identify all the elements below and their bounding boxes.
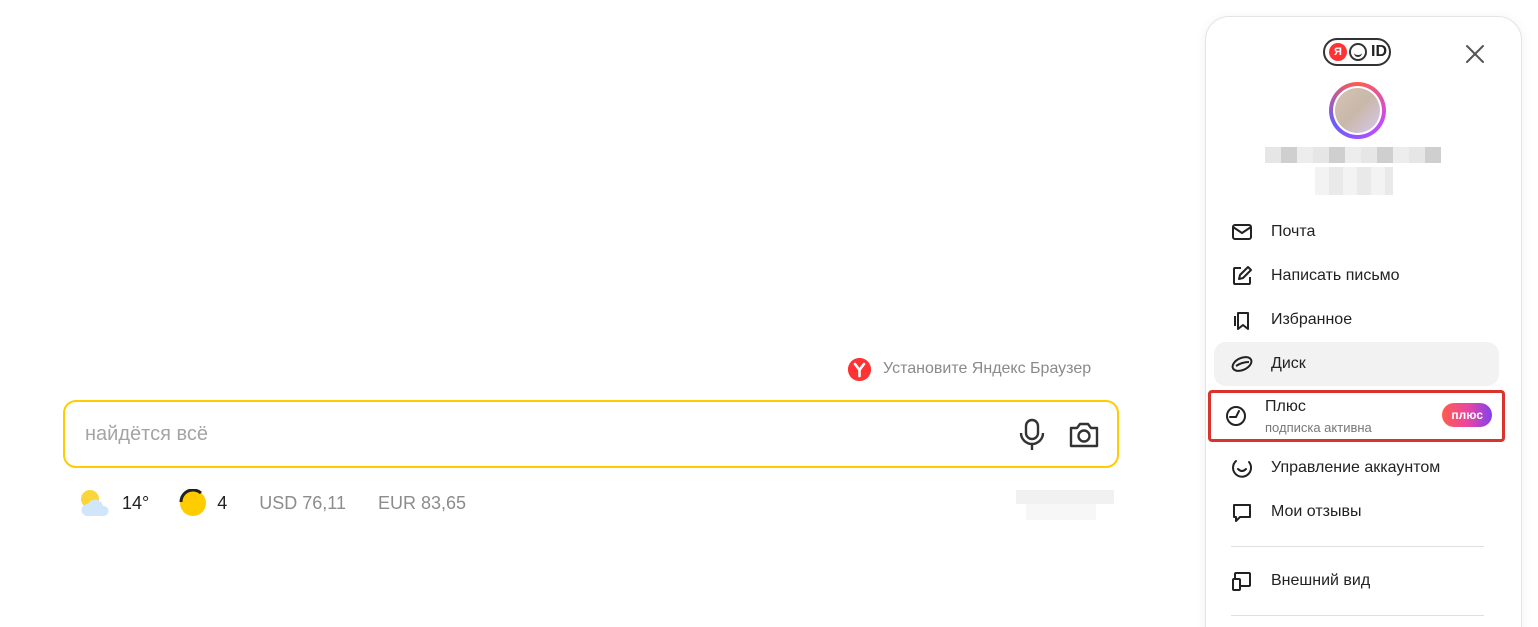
smile-icon	[1349, 43, 1367, 61]
menu-item-plus[interactable]: Плюс подписка активна плюс	[1208, 390, 1505, 442]
informers-bar: 14° 4 USD 76,11 EUR 83,65	[78, 486, 466, 520]
plus-icon	[1225, 405, 1247, 427]
id-logo-text: ID	[1371, 43, 1387, 60]
menu-item-reviews[interactable]: Мои отзывы	[1214, 490, 1499, 534]
menu-item-label: Избранное	[1271, 311, 1353, 328]
menu-item-appearance[interactable]: Внешний вид	[1214, 559, 1499, 603]
usd-rate[interactable]: USD 76,11	[259, 493, 346, 514]
menu-item-account-management[interactable]: Управление аккаунтом	[1214, 446, 1499, 490]
account-icon	[1231, 457, 1253, 479]
blurred-informer	[1016, 490, 1114, 520]
weather-informer[interactable]: 14°	[78, 488, 149, 518]
plus-badge: плюс	[1442, 403, 1492, 427]
menu-item-mail[interactable]: Почта	[1214, 210, 1499, 254]
yandex-id-logo: Я ID	[1323, 38, 1391, 66]
user-login-blurred	[1315, 167, 1393, 195]
disk-icon	[1231, 353, 1253, 375]
voice-search-button[interactable]	[1015, 416, 1049, 454]
menu-divider	[1231, 615, 1484, 616]
plus-status: подписка активна	[1265, 419, 1372, 435]
yandex-logo-icon: Я	[1329, 43, 1347, 61]
install-browser-promo[interactable]: Установите Яндекс Браузер	[848, 357, 1091, 381]
avatar[interactable]	[1329, 82, 1386, 139]
promo-text: Установите Яндекс Браузер	[883, 360, 1092, 377]
mail-icon	[1231, 221, 1253, 243]
camera-icon	[1069, 422, 1099, 448]
cloud-sun-icon	[81, 490, 109, 516]
search-input[interactable]	[85, 402, 985, 466]
weather-value: 14°	[122, 492, 150, 513]
search-box	[63, 400, 1119, 468]
image-search-button[interactable]	[1065, 416, 1103, 454]
menu-item-label: Написать письмо	[1271, 267, 1400, 284]
compose-icon	[1231, 265, 1253, 287]
account-menu: Почта Написать письмо Избранное Диск Плю…	[1208, 210, 1505, 627]
close-icon	[1466, 45, 1484, 63]
menu-item-label: Управление аккаунтом	[1271, 459, 1441, 476]
menu-item-disk[interactable]: Диск	[1214, 342, 1499, 386]
traffic-value: 4	[217, 492, 228, 513]
menu-item-label: Внешний вид	[1271, 572, 1371, 589]
user-name-blurred	[1265, 147, 1441, 163]
traffic-score-icon	[179, 489, 207, 516]
menu-divider	[1231, 546, 1484, 547]
menu-item-compose[interactable]: Написать письмо	[1214, 254, 1499, 298]
microphone-icon	[1019, 418, 1045, 450]
eur-rate[interactable]: EUR 83,65	[378, 493, 466, 514]
avatar-image	[1335, 88, 1380, 133]
menu-item-label: Диск	[1271, 355, 1306, 372]
bookmarks-icon	[1231, 309, 1253, 331]
menu-item-label: Плюс	[1265, 397, 1306, 415]
reviews-icon	[1231, 501, 1253, 523]
menu-item-label: Мои отзывы	[1271, 503, 1362, 520]
appearance-icon	[1231, 570, 1253, 592]
close-button[interactable]	[1463, 42, 1487, 66]
menu-item-favorites[interactable]: Избранное	[1214, 298, 1499, 342]
yandex-browser-icon	[848, 357, 871, 381]
traffic-informer[interactable]: 4	[179, 489, 227, 517]
menu-item-label: Почта	[1271, 223, 1316, 240]
account-panel: Я ID Почта Написать письмо Избранное Дис…	[1205, 16, 1522, 627]
